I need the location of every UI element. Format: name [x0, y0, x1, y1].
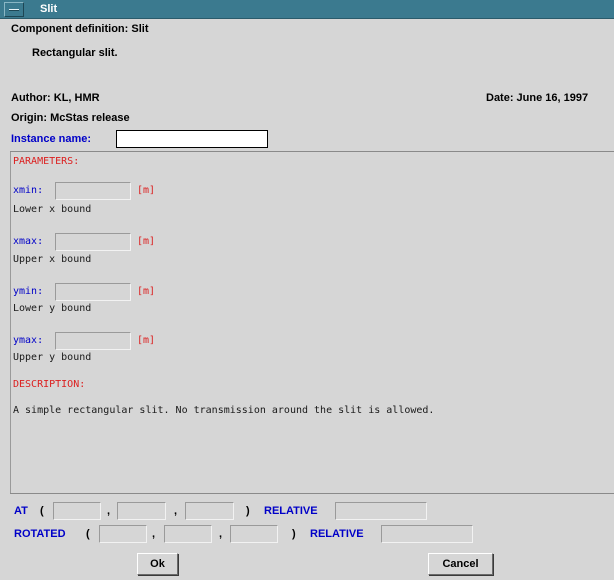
cancel-button[interactable]: Cancel [428, 553, 493, 575]
param-ymin-unit: [m] [137, 286, 156, 297]
description-text: A simple rectangular slit. No transmissi… [13, 405, 435, 416]
at-relative-label: RELATIVE [264, 505, 318, 517]
rotated-relative-input[interactable] [381, 525, 473, 543]
param-ymin-description: Lower y bound [13, 303, 92, 314]
param-xmax-unit: [m] [137, 236, 156, 247]
param-ymin-input[interactable] [55, 283, 131, 301]
rotated-comma: , [152, 528, 156, 540]
at-relative-input[interactable] [335, 502, 427, 520]
param-xmin-description: Lower x bound [13, 204, 92, 215]
at-label: AT [14, 505, 28, 517]
component-short-description: Rectangular slit. [32, 47, 118, 59]
param-ymax-input[interactable] [55, 332, 131, 350]
parameters-heading: PARAMETERS: [13, 156, 80, 167]
instance-name-input[interactable] [116, 130, 268, 148]
param-ymax-label: ymax: [13, 335, 44, 346]
at-open-paren: ( [40, 505, 44, 517]
rotated-close-paren: ) [292, 528, 296, 540]
rotated-x-input[interactable] [99, 525, 147, 543]
param-ymax-unit: [m] [137, 335, 156, 346]
date-text: Date: June 16, 1997 [486, 92, 589, 104]
at-x-input[interactable] [53, 502, 101, 520]
at-comma: , [107, 505, 111, 517]
title-bar[interactable]: Slit [0, 0, 614, 19]
rotated-label: ROTATED [14, 528, 66, 540]
rotated-open-paren: ( [86, 528, 90, 540]
param-xmin-label: xmin: [13, 185, 44, 196]
rotated-y-input[interactable] [164, 525, 212, 543]
rotated-z-input[interactable] [230, 525, 278, 543]
origin-text: Origin: McStas release [11, 112, 130, 124]
rotated-comma: , [219, 528, 223, 540]
window-title: Slit [40, 3, 58, 15]
window-menu-icon[interactable] [4, 2, 24, 17]
author-text: Author: KL, HMR [11, 92, 100, 104]
param-xmax-input[interactable] [55, 233, 131, 251]
param-xmax-label: xmax: [13, 236, 44, 247]
param-xmin-unit: [m] [137, 185, 156, 196]
rotated-relative-label: RELATIVE [310, 528, 364, 540]
parameters-panel[interactable]: PARAMETERS: xmin: [m] Lower x bound xmax… [10, 152, 614, 493]
param-ymin-label: ymin: [13, 286, 44, 297]
component-definition: Component definition: Slit [11, 23, 149, 35]
at-y-input[interactable] [117, 502, 166, 520]
param-ymax-description: Upper y bound [13, 352, 92, 363]
instance-name-label: Instance name: [11, 133, 92, 145]
divider [10, 493, 614, 494]
ok-button[interactable]: Ok [137, 553, 178, 575]
at-comma: , [174, 505, 178, 517]
at-close-paren: ) [246, 505, 250, 517]
param-xmin-input[interactable] [55, 182, 131, 200]
at-z-input[interactable] [185, 502, 234, 520]
component-dialog: Slit Component definition: Slit Rectangu… [0, 0, 614, 580]
param-xmax-description: Upper x bound [13, 254, 92, 265]
description-heading: DESCRIPTION: [13, 379, 86, 390]
